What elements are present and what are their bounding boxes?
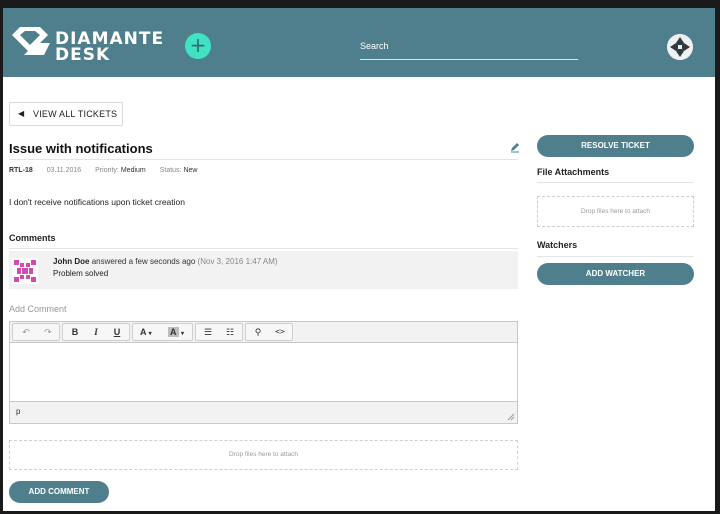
diamante-desk-logo[interactable]: DIAMANTE DESK (10, 25, 180, 65)
color-group: A ▾ A ▾ (132, 323, 193, 341)
bullet-list-icon[interactable]: ☰ (199, 324, 217, 340)
format-group: B I U (62, 323, 130, 341)
history-group: ↶ ↷ (12, 323, 60, 341)
watchers-heading: Watchers (537, 240, 578, 250)
avatar-pattern-icon (667, 34, 693, 60)
commenter-avatar (12, 258, 38, 284)
comment-item: John Doe answered a few seconds ago (Nov… (9, 251, 518, 289)
logo-text: DIAMANTE DESK (55, 31, 164, 65)
comment-editor: ↶ ↷ B I U A ▾ A ▾ ☰ ☷ ⚲ <> p (9, 321, 518, 424)
watchers-divider (537, 256, 694, 257)
comment-attachment-dropzone[interactable]: Drop files here to attach (9, 440, 518, 470)
attachments-divider (537, 182, 694, 183)
link-icon[interactable]: ⚲ (249, 324, 267, 340)
editor-statusbar: p (10, 401, 517, 423)
comments-divider (9, 248, 518, 249)
diamond-logo-icon (12, 27, 50, 55)
background-color-icon[interactable]: A ▾ (164, 324, 190, 340)
comment-textarea[interactable] (10, 343, 517, 401)
redo-icon[interactable]: ↷ (39, 324, 57, 340)
comments-heading: Comments (9, 233, 56, 243)
view-all-tickets-button[interactable]: ◀ VIEW ALL TICKETS (9, 102, 123, 126)
create-ticket-button[interactable]: + (185, 33, 211, 59)
undo-icon[interactable]: ↶ (17, 324, 35, 340)
resolve-ticket-button[interactable]: RESOLVE TICKET (537, 135, 694, 157)
underline-icon[interactable]: U (108, 324, 126, 340)
user-avatar[interactable] (667, 34, 693, 60)
search-placeholder: Search (360, 41, 389, 51)
logo-line-2: DESK (55, 45, 111, 65)
search-input[interactable]: Search (360, 40, 578, 60)
ticket-description: I don't receive notifications upon ticke… (9, 197, 185, 207)
italic-icon[interactable]: I (87, 324, 105, 340)
ticket-meta: RTL-18 03.11.2016 Priority: Medium Statu… (9, 167, 197, 174)
comment-header: John Doe answered a few seconds ago (Nov… (53, 257, 278, 266)
title-divider (9, 159, 518, 160)
list-group: ☰ ☷ (195, 323, 243, 341)
bold-icon[interactable]: B (66, 324, 84, 340)
file-attachments-heading: File Attachments (537, 167, 610, 177)
code-icon[interactable]: <> (271, 324, 289, 340)
priority-value: Medium (120, 167, 146, 174)
ticket-date: 03.11.2016 (46, 167, 82, 174)
numbered-list-icon[interactable]: ☷ (221, 324, 239, 340)
comment-timestamp: (Nov 3, 2016 1:47 AM) (197, 257, 278, 266)
ticket-key: RTL-18 (9, 167, 33, 174)
top-header: DIAMANTE DESK + Search (3, 8, 715, 77)
back-button-label: VIEW ALL TICKETS (33, 109, 118, 119)
ticket-attachment-dropzone[interactable]: Drop files here to attach (537, 196, 694, 227)
status-label: Status: (159, 167, 182, 174)
priority-label: Priority: (95, 167, 119, 174)
add-comment-button[interactable]: ADD COMMENT (9, 481, 109, 503)
pencil-icon[interactable] (509, 141, 521, 153)
comment-author: John Doe (53, 257, 90, 266)
add-watcher-button[interactable]: ADD WATCHER (537, 263, 694, 285)
comment-action: answered a few seconds ago (91, 257, 196, 266)
insert-group: ⚲ <> (245, 323, 293, 341)
text-color-icon[interactable]: A ▾ (136, 324, 160, 340)
app-window: DIAMANTE DESK + Search ◀ VIEW ALL TICKET… (3, 8, 715, 511)
add-comment-label: Add Comment (9, 304, 67, 314)
status-value: New (183, 167, 198, 174)
ticket-title: Issue with notifications (9, 141, 153, 156)
comment-body: Problem solved (53, 269, 109, 278)
chevron-left-icon: ◀ (18, 109, 25, 118)
plus-icon: + (189, 33, 207, 57)
resize-handle-icon[interactable] (507, 413, 515, 421)
editor-toolbar: ↶ ↷ B I U A ▾ A ▾ ☰ ☷ ⚲ <> (10, 322, 517, 343)
element-path: p (16, 407, 21, 416)
